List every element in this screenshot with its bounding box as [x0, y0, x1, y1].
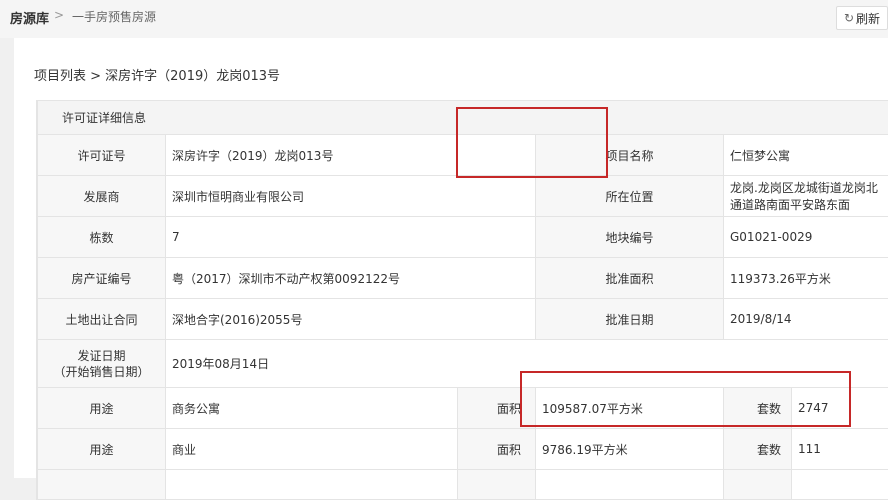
- permit-detail-table: 许可证详细信息 许可证号 深房许字（2019）龙岗013号 项目名称 仁恒梦公寓…: [36, 100, 888, 500]
- cell-label: 用途: [38, 429, 166, 470]
- table-header: 许可证详细信息: [38, 101, 888, 135]
- table-row: [38, 470, 888, 500]
- cell-label: 土地出让合同: [38, 299, 166, 340]
- cell-label: 许可证号: [38, 135, 166, 176]
- cell-value: 119373.26平方米: [724, 258, 888, 299]
- cell-label: 面积: [458, 429, 536, 470]
- table-row: 土地出让合同 深地合字(2016)2055号 批准日期 2019/8/14: [38, 299, 888, 340]
- table-row: 房产证编号 粤（2017）深圳市不动产权第0092122号 批准面积 11937…: [38, 258, 888, 299]
- cell-value: 9786.19平方米: [536, 429, 724, 470]
- cell-value: 深房许字（2019）龙岗013号: [166, 135, 536, 176]
- cell-label: 套数: [724, 388, 792, 429]
- table-row: 发展商 深圳市恒明商业有限公司 所在位置 龙岗.龙岗区龙城街道龙岗北通道路南面平…: [38, 176, 888, 217]
- cell-label: 发展商: [38, 176, 166, 217]
- cell-value: 龙岗.龙岗区龙城街道龙岗北通道路南面平安路东面: [724, 176, 888, 217]
- cell-value: 仁恒梦公寓: [724, 135, 888, 176]
- refresh-button[interactable]: ↻ 刷新: [836, 6, 888, 30]
- cell-label: 地块编号: [536, 217, 724, 258]
- cell-label: 项目名称: [536, 135, 724, 176]
- cell-value: 深圳市恒明商业有限公司: [166, 176, 536, 217]
- cell-label: 用途: [38, 388, 166, 429]
- table-row: 许可证号 深房许字（2019）龙岗013号 项目名称 仁恒梦公寓: [38, 135, 888, 176]
- breadcrumb-current: 一手房预售房源: [72, 8, 156, 25]
- project-breadcrumb[interactable]: 项目列表 > 深房许字（2019）龙岗013号: [34, 65, 280, 84]
- table-header-row: 许可证详细信息: [38, 101, 888, 135]
- table-row: 栋数 7 地块编号 G01021-0029: [38, 217, 888, 258]
- issue-date-label: 发证日期 （开始销售日期）: [38, 340, 166, 388]
- cell-value: 111: [792, 429, 888, 470]
- cell-label: 批准面积: [536, 258, 724, 299]
- cell-value: 粤（2017）深圳市不动产权第0092122号: [166, 258, 536, 299]
- cell-value: 2019/8/14: [724, 299, 888, 340]
- issue-date-label-line2: （开始销售日期）: [44, 364, 159, 380]
- issue-date-label-line1: 发证日期: [44, 348, 159, 364]
- cell-value: 7: [166, 217, 536, 258]
- cell-label: 批准日期: [536, 299, 724, 340]
- breadcrumb-root[interactable]: 房源库: [10, 8, 49, 27]
- cell-label: 面积: [458, 388, 536, 429]
- cell-label: 套数: [724, 429, 792, 470]
- content-panel: 项目列表 > 深房许字（2019）龙岗013号 许可证详细信息 许可证号 深房许…: [14, 38, 888, 478]
- table-row: 用途 商务公寓 面积 109587.07平方米 套数 2747: [38, 388, 888, 429]
- cell-label: 栋数: [38, 217, 166, 258]
- breadcrumb-separator: >: [54, 8, 64, 22]
- cell-value: 深地合字(2016)2055号: [166, 299, 536, 340]
- cell-label: 房产证编号: [38, 258, 166, 299]
- cell-value: 商业: [166, 429, 458, 470]
- cell-value: G01021-0029: [724, 217, 888, 258]
- table-row: 用途 商业 面积 9786.19平方米 套数 111: [38, 429, 888, 470]
- refresh-label: 刷新: [856, 10, 880, 27]
- cell-value: 商务公寓: [166, 388, 458, 429]
- cell-value: 109587.07平方米: [536, 388, 724, 429]
- table-row: 发证日期 （开始销售日期） 2019年08月14日: [38, 340, 888, 388]
- cell-label: 所在位置: [536, 176, 724, 217]
- refresh-icon: ↻: [844, 11, 854, 25]
- cell-value: 2747: [792, 388, 888, 429]
- issue-date-value: 2019年08月14日: [166, 340, 888, 388]
- top-breadcrumb-bar: 房源库 > 一手房预售房源 ↻ 刷新: [0, 0, 888, 38]
